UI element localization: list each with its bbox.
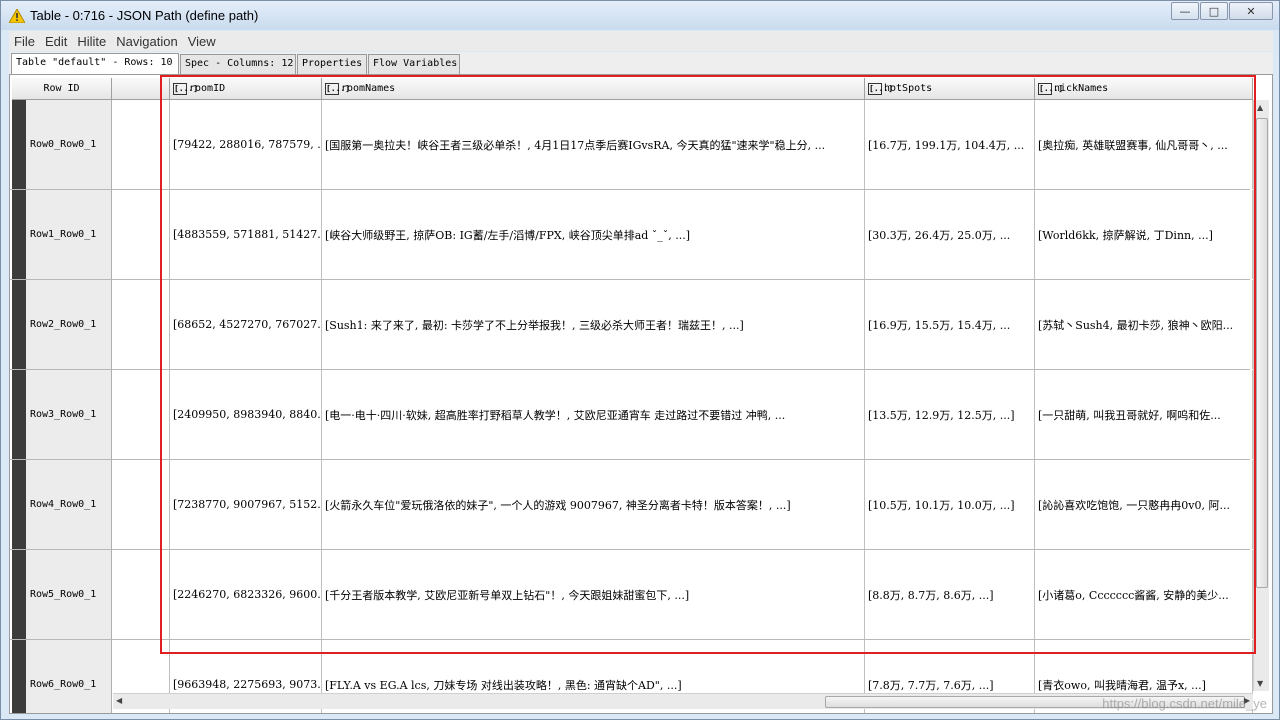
roomnames-cell[interactable]: [Sush1: 来了来了, 最初: 卡莎学了不上分举报我！, 三级必杀大师王者！… xyxy=(322,280,865,369)
roomnames-cell[interactable]: [国服第一奥拉夫！峡谷王者三级必单杀！, 4月1日17点季后赛IGvsRA, 今… xyxy=(322,100,865,189)
tab-flow-variables[interactable]: Flow Variables xyxy=(368,54,460,74)
hotspots-cell[interactable]: [16.7万, 199.1万, 104.4万, ... xyxy=(865,100,1035,189)
row-marker xyxy=(12,550,26,639)
window-controls: — □ ✕ xyxy=(1170,2,1273,20)
menu-bar: File Edit Hilite Navigation View xyxy=(9,31,1273,51)
row-blank-cell xyxy=(112,370,170,459)
menu-view[interactable]: View xyxy=(183,34,221,49)
list-type-icon: [...] xyxy=(325,82,351,95)
header-row-id[interactable]: Row ID xyxy=(12,78,112,100)
menu-navigation[interactable]: Navigation xyxy=(111,34,182,49)
row-marker xyxy=(12,460,26,549)
scroll-left-arrow-icon[interactable]: ◀ xyxy=(116,696,122,705)
warning-triangle-icon xyxy=(9,8,25,23)
hotspots-cell[interactable]: [16.9万, 15.5万, 15.4万, ... xyxy=(865,280,1035,369)
table-row[interactable]: Row0_Row0_1 [79422, 288016, 787579, ... … xyxy=(10,100,1253,190)
watermark: https://blog.csdn.net/mile_ye xyxy=(1102,696,1267,711)
row-marker xyxy=(12,370,26,459)
header-label: hotSpots xyxy=(884,83,933,94)
nicknames-cell[interactable]: [World6kk, 掠萨解说, 丁Dinn, ...] xyxy=(1035,190,1253,279)
roomid-cell[interactable]: [2246270, 6823326, 9600... xyxy=(170,550,322,639)
menu-edit[interactable]: Edit xyxy=(40,34,72,49)
nicknames-cell[interactable]: [小诸葛o, Ccccccc酱酱, 安静的美少... xyxy=(1035,550,1253,639)
roomid-cell[interactable]: [79422, 288016, 787579, ... xyxy=(170,100,322,189)
row-marker xyxy=(12,640,26,713)
table-row[interactable]: Row5_Row0_1 [2246270, 6823326, 9600... [… xyxy=(10,550,1253,640)
minimize-button[interactable]: — xyxy=(1171,2,1199,20)
nicknames-cell[interactable]: [奥拉痴, 英雄联盟赛事, 仙凡哥哥丶, ... xyxy=(1035,100,1253,189)
tab-spec[interactable]: Spec - Columns: 12 xyxy=(180,54,296,74)
table-row[interactable]: Row3_Row0_1 [2409950, 8983940, 8840... [… xyxy=(10,370,1253,460)
header-roomid[interactable]: [...] roomID xyxy=(170,78,322,100)
header-hotspots[interactable]: [...] hotSpots xyxy=(865,78,1035,100)
roomid-cell[interactable]: [68652, 4527270, 767027... xyxy=(170,280,322,369)
data-table: Row ID [...] roomID [...] roomNames [...… xyxy=(9,74,1273,714)
vertical-scrollbar[interactable]: ▲ ▼ xyxy=(1253,100,1269,691)
header-roomnames[interactable]: [...] roomNames xyxy=(322,78,865,100)
menu-hilite[interactable]: Hilite xyxy=(72,34,111,49)
row-marker xyxy=(12,100,26,189)
list-type-icon: [...] xyxy=(868,82,894,95)
header-blank xyxy=(112,78,170,100)
nicknames-cell[interactable]: [訫訫喜欢吃饱饱, 一只憨冉冉0v0, 阿... xyxy=(1035,460,1253,549)
row-id-cell[interactable]: Row2_Row0_1 xyxy=(26,280,112,369)
vertical-scroll-thumb[interactable] xyxy=(1256,118,1268,588)
list-type-icon: [...] xyxy=(1038,82,1064,95)
hotspots-cell[interactable]: [10.5万, 10.1万, 10.0万, ...] xyxy=(865,460,1035,549)
table-row[interactable]: Row2_Row0_1 [68652, 4527270, 767027... [… xyxy=(10,280,1253,370)
maximize-button[interactable]: □ xyxy=(1200,2,1228,20)
roomid-cell[interactable]: [4883559, 571881, 51427... xyxy=(170,190,322,279)
nicknames-cell[interactable]: [苏轼丶Sush4, 最初卡莎, 狼神丶欧阳... xyxy=(1035,280,1253,369)
window-title: Table - 0:716 - JSON Path (define path) xyxy=(30,8,259,23)
roomid-cell[interactable]: [7238770, 9007967, 5152... xyxy=(170,460,322,549)
tab-table-default[interactable]: Table "default" - Rows: 10 xyxy=(11,53,179,75)
tab-bar: Table "default" - Rows: 10 Spec - Column… xyxy=(9,52,1273,75)
row-id-cell[interactable]: Row0_Row0_1 xyxy=(26,100,112,189)
row-marker xyxy=(12,190,26,279)
roomnames-cell[interactable]: [电一·电十·四川·软妹, 超高胜率打野稻草人教学！, 艾欧尼亚通宵车 走过路过… xyxy=(322,370,865,459)
roomid-cell[interactable]: [2409950, 8983940, 8840... xyxy=(170,370,322,459)
row-blank-cell xyxy=(112,460,170,549)
row-blank-cell xyxy=(112,190,170,279)
row-id-cell[interactable]: Row4_Row0_1 xyxy=(26,460,112,549)
roomnames-cell[interactable]: [火箭永久车位"爱玩俄洛依的妹子", 一个人的游戏 9007967, 神圣分离者… xyxy=(322,460,865,549)
row-blank-cell xyxy=(112,100,170,189)
horizontal-scrollbar[interactable]: ◀ ▶ xyxy=(113,693,1253,709)
app-window: Table - 0:716 - JSON Path (define path) … xyxy=(0,0,1280,720)
header-label: nickNames xyxy=(1054,83,1109,94)
row-blank-cell xyxy=(112,550,170,639)
row-id-cell[interactable]: Row5_Row0_1 xyxy=(26,550,112,639)
title-bar[interactable]: Table - 0:716 - JSON Path (define path) … xyxy=(1,1,1279,30)
hotspots-cell[interactable]: [30.3万, 26.4万, 25.0万, ... xyxy=(865,190,1035,279)
header-nicknames[interactable]: [...] nickNames xyxy=(1035,78,1253,100)
nicknames-cell[interactable]: [一只甜萌, 叫我丑哥就好, 啊呜和佐... xyxy=(1035,370,1253,459)
row-id-cell[interactable]: Row1_Row0_1 xyxy=(26,190,112,279)
roomnames-cell[interactable]: [千分王者版本教学, 艾欧尼亚新号单双上钻石"！, 今天跟姐妹甜蜜包下, ...… xyxy=(322,550,865,639)
hotspots-cell[interactable]: [13.5万, 12.9万, 12.5万, ...] xyxy=(865,370,1035,459)
table-row[interactable]: Row4_Row0_1 [7238770, 9007967, 5152... [… xyxy=(10,460,1253,550)
scroll-down-arrow-icon[interactable]: ▼ xyxy=(1257,679,1263,688)
row-id-cell[interactable]: Row3_Row0_1 xyxy=(26,370,112,459)
roomnames-cell[interactable]: [峡谷大师级野王, 掠萨OB: IG蓄/左手/滔博/FPX, 峡谷顶尖单排ad … xyxy=(322,190,865,279)
menu-file[interactable]: File xyxy=(9,34,40,49)
table-row[interactable]: Row1_Row0_1 [4883559, 571881, 51427... [… xyxy=(10,190,1253,280)
hotspots-cell[interactable]: [8.8万, 8.7万, 8.6万, ...] xyxy=(865,550,1035,639)
close-button[interactable]: ✕ xyxy=(1229,2,1273,20)
list-type-icon: [...] xyxy=(173,82,199,95)
tab-properties[interactable]: Properties xyxy=(297,54,367,74)
row-id-cell[interactable]: Row6_Row0_1 xyxy=(26,640,112,713)
header-label: roomID xyxy=(189,83,226,94)
scroll-up-arrow-icon[interactable]: ▲ xyxy=(1257,103,1263,112)
row-marker xyxy=(12,280,26,369)
row-blank-cell xyxy=(112,280,170,369)
header-label: roomNames xyxy=(341,83,396,94)
